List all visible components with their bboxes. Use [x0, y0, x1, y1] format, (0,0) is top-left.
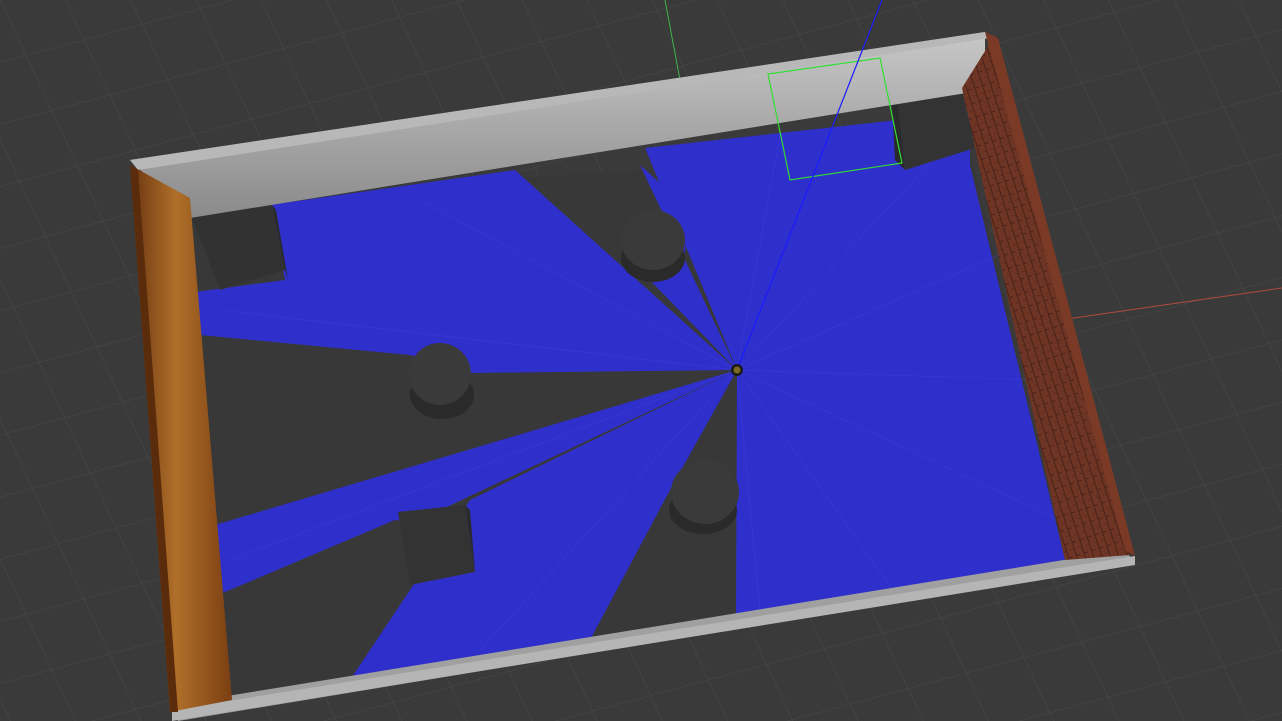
scene-canvas[interactable] [0, 0, 1282, 721]
obstacle-box-bottom-left[interactable] [398, 505, 475, 585]
obstacle-cylinder-bottom[interactable] [669, 460, 739, 534]
robot-marker[interactable] [731, 364, 743, 376]
3d-viewport[interactable] [0, 0, 1282, 721]
obstacle-cylinder-top[interactable] [621, 210, 685, 282]
